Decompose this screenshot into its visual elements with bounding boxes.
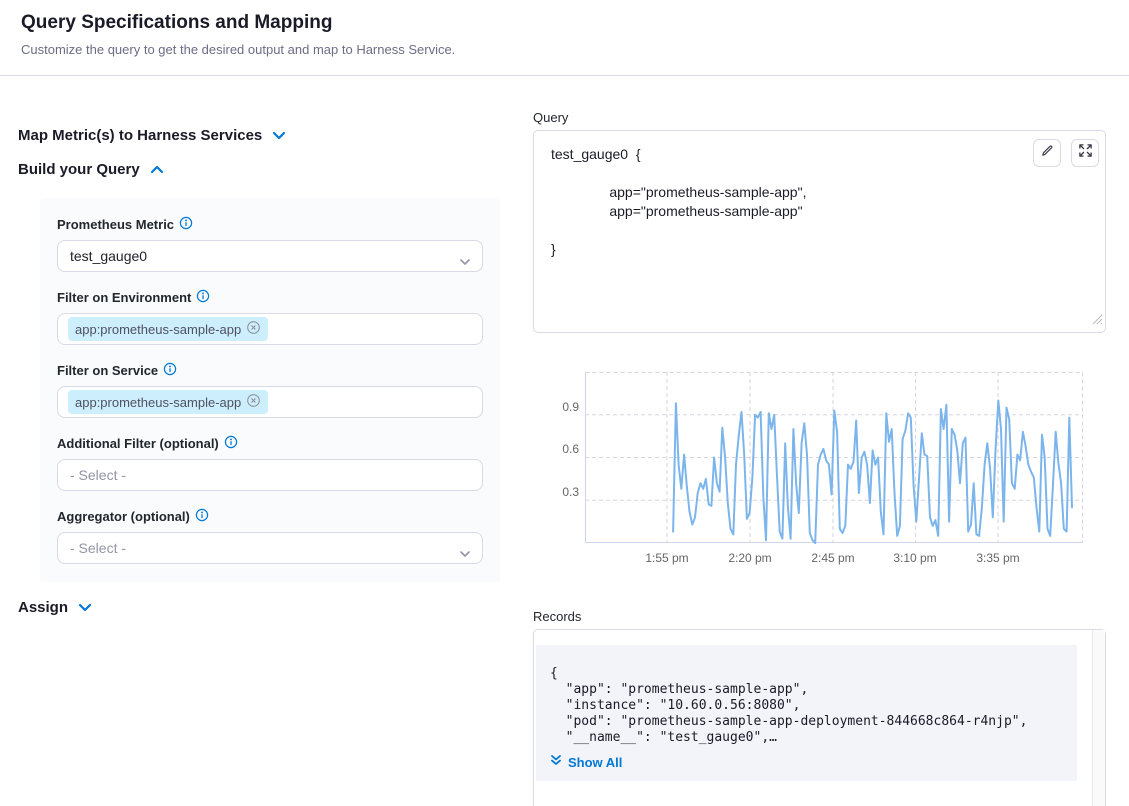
page-title: Query Specifications and Mapping — [21, 12, 332, 34]
chevron-down-icon — [78, 599, 92, 616]
x-tick-label: 2:20 pm — [718, 551, 782, 565]
remove-chip-icon[interactable] — [246, 320, 261, 338]
pencil-icon — [1040, 143, 1055, 163]
info-icon[interactable] — [163, 362, 177, 379]
prometheus-metric-select[interactable]: test_gauge0 — [57, 240, 483, 272]
edit-query-button[interactable] — [1033, 139, 1061, 167]
filter-environment-chip: app:prometheus-sample-app — [68, 317, 268, 341]
filter-environment-label: Filter on Environment — [57, 289, 483, 306]
chevron-down-icon — [459, 545, 471, 561]
chart-plot-area — [585, 372, 1085, 544]
query-specifications-page: Query Specifications and Mapping Customi… — [0, 0, 1129, 806]
x-tick-label: 1:55 pm — [635, 551, 699, 565]
info-icon[interactable] — [224, 435, 238, 452]
x-tick-label: 3:10 pm — [883, 551, 947, 565]
record-json-text: { "app": "prometheus-sample-app", "insta… — [550, 666, 1027, 746]
record-card: { "app": "prometheus-sample-app", "insta… — [536, 645, 1077, 781]
double-chevron-down-icon — [550, 754, 562, 770]
records-label: Records — [533, 609, 581, 624]
y-tick-label: 0.3 — [539, 485, 579, 499]
section-map-metrics-label: Map Metric(s) to Harness Services — [18, 127, 262, 144]
page-subtitle: Customize the query to get the desired o… — [21, 42, 455, 57]
metric-preview-chart: 0.9 0.6 0.3 1:55 pm 2:20 pm 2:45 pm 3:10… — [533, 364, 1106, 568]
info-icon[interactable] — [179, 216, 193, 233]
chevron-up-icon — [150, 161, 164, 178]
aggregator-label: Aggregator (optional) — [57, 508, 483, 525]
chart-series-line — [673, 401, 1072, 544]
filter-service-input[interactable]: app:prometheus-sample-app — [57, 386, 483, 418]
query-text: test_gauge0 { app="prometheus-sample-app… — [551, 145, 806, 259]
records-container: { "app": "prometheus-sample-app", "insta… — [533, 629, 1106, 806]
x-tick-label: 3:35 pm — [966, 551, 1030, 565]
chevron-down-icon — [459, 253, 471, 269]
header-divider — [0, 75, 1129, 76]
query-editor[interactable]: test_gauge0 { app="prometheus-sample-app… — [533, 130, 1106, 333]
additional-filter-label: Additional Filter (optional) — [57, 435, 483, 452]
info-icon[interactable] — [195, 508, 209, 525]
section-map-metrics[interactable]: Map Metric(s) to Harness Services — [18, 127, 286, 144]
remove-chip-icon[interactable] — [246, 393, 261, 411]
expand-query-button[interactable] — [1071, 139, 1099, 167]
prometheus-metric-label: Prometheus Metric — [57, 216, 483, 233]
section-assign[interactable]: Assign — [18, 599, 92, 616]
additional-filter-input[interactable]: - Select - — [57, 459, 483, 491]
section-build-query[interactable]: Build your Query — [18, 161, 164, 178]
section-assign-label: Assign — [18, 599, 68, 616]
show-all-link[interactable]: Show All — [550, 754, 622, 770]
filter-environment-input[interactable]: app:prometheus-sample-app — [57, 313, 483, 345]
aggregator-select[interactable]: - Select - — [57, 532, 483, 564]
filter-service-chip: app:prometheus-sample-app — [68, 390, 268, 414]
fullscreen-icon — [1078, 143, 1093, 163]
query-label: Query — [533, 110, 568, 125]
y-tick-label: 0.9 — [539, 400, 579, 414]
chevron-down-icon — [272, 127, 286, 144]
build-query-panel: Prometheus Metric test_gauge0 Filter on … — [40, 198, 500, 582]
filter-service-label: Filter on Service — [57, 362, 483, 379]
resize-handle[interactable] — [1092, 312, 1103, 330]
info-icon[interactable] — [196, 289, 210, 306]
x-tick-label: 2:45 pm — [801, 551, 865, 565]
records-scrollbar[interactable] — [1092, 630, 1105, 806]
section-build-query-label: Build your Query — [18, 161, 140, 178]
y-tick-label: 0.6 — [539, 442, 579, 456]
